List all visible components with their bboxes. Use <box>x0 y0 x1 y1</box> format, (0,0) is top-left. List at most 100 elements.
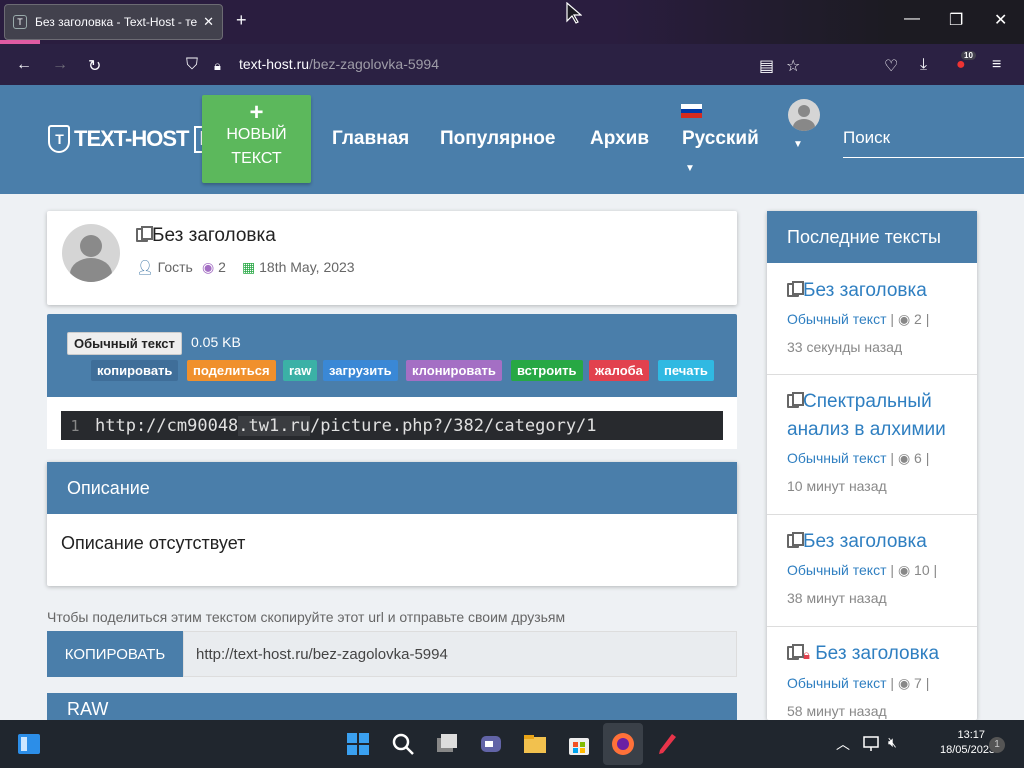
action-button-3[interactable]: загрузить <box>323 360 398 381</box>
type-badge: Обычный текст <box>67 332 182 355</box>
divider <box>767 514 977 515</box>
pocket-icon[interactable]: ♡ <box>884 56 898 76</box>
new-text-line2: ТЕКСТ <box>231 150 282 167</box>
url-bar[interactable]: text-host.ru/bez-zagolovka-5994 <box>239 56 439 72</box>
task-view-icon[interactable] <box>434 731 460 757</box>
firefox-icon[interactable] <box>610 731 636 757</box>
action-button-1[interactable]: поделиться <box>187 360 276 381</box>
shield-icon[interactable]: ⛉ <box>186 56 198 74</box>
code-block[interactable]: 1 http://cm90048 .tw1.ru/picture.php?/382… <box>61 411 723 440</box>
widgets-icon[interactable] <box>16 731 42 757</box>
file-explorer-icon[interactable] <box>522 731 548 757</box>
post-date: ▦ 18th May, 2023 <box>242 259 355 276</box>
recent-item: Без заголовка Обычный текст | ◉ 2 | 33 с… <box>767 277 977 361</box>
plus-icon: + <box>249 99 264 126</box>
code-text-b: .tw1.ru <box>238 415 310 436</box>
recent-title[interactable]: Без заголовка <box>803 531 927 552</box>
teams-chat-icon[interactable] <box>478 731 504 757</box>
minimize-icon[interactable]: — <box>904 10 920 28</box>
eye-icon: ◉ <box>897 311 911 327</box>
close-window-icon[interactable]: ✕ <box>994 10 1007 30</box>
extension-badge: 10 <box>961 51 976 60</box>
user-avatar[interactable] <box>788 99 820 131</box>
nav-popular[interactable]: Популярное <box>440 128 555 150</box>
action-button-6[interactable]: жалоба <box>589 360 649 381</box>
store-icon[interactable] <box>566 731 592 757</box>
code-text-c: /picture.php?/382/category/1 <box>309 415 597 436</box>
recent-item: Спектральный анализ в алхимии Обычный те… <box>767 388 977 500</box>
recent-title[interactable]: Спектральный анализ в алхимии <box>787 391 946 440</box>
document-icon <box>787 644 804 660</box>
recent-type[interactable]: Обычный текст <box>787 450 887 466</box>
user-caret-icon[interactable]: ▼ <box>793 139 803 150</box>
eye-icon: ◉ <box>202 259 215 275</box>
downloads-icon[interactable]: ⤓ <box>920 56 927 74</box>
code-text-a: http://cm90048 <box>95 415 239 436</box>
notification-badge[interactable]: 1 <box>989 737 1005 753</box>
copy-url-button[interactable]: КОПИРОВАТЬ <box>47 631 183 677</box>
recent-type[interactable]: Обычный текст <box>787 675 887 691</box>
action-button-0[interactable]: копировать <box>91 360 179 381</box>
recent-views: 6 <box>914 450 922 466</box>
new-text-button[interactable]: + НОВЫЙ ТЕКСТ <box>202 95 311 183</box>
clock-date: 18/05/2023 <box>940 744 996 756</box>
chevron-up-icon[interactable]: ︿ <box>836 734 850 754</box>
calendar-icon: ▦ <box>242 259 256 275</box>
sidebar-heading: Последние тексты <box>767 211 977 263</box>
post-title-text: Без заголовка <box>152 225 276 246</box>
action-button-5[interactable]: встроить <box>511 360 583 381</box>
share-hint: Чтобы поделиться этим текстом скопируйте… <box>47 609 566 625</box>
recent-views: 7 <box>914 675 922 691</box>
url-host: text-host.ru <box>239 56 310 72</box>
forward-icon[interactable]: → <box>52 56 68 74</box>
share-url-field[interactable]: http://text-host.ru/bez-zagolovka-5994 <box>183 631 737 677</box>
recent-type[interactable]: Обычный текст <box>787 562 887 578</box>
nav-home[interactable]: Главная <box>332 128 409 150</box>
tab-close-icon[interactable]: ✕ <box>203 14 214 30</box>
browser-tabbar: T Без заголовка - Text-Host - текст ✕ + … <box>0 0 1024 44</box>
volume-muted-icon[interactable]: 🔇︎ <box>888 734 897 751</box>
mouse-cursor-icon <box>566 2 582 24</box>
recent-type[interactable]: Обычный текст <box>787 311 887 327</box>
action-button-7[interactable]: печать <box>658 360 714 381</box>
post-views: ◉ 2 <box>202 259 226 276</box>
recent-title[interactable]: Без заголовка <box>815 643 939 664</box>
reader-view-icon[interactable]: ▤ <box>759 56 774 76</box>
document-icon <box>787 392 804 408</box>
recent-item: 🔒︎ Без заголовка Обычный текст | ◉ 7 | 5… <box>767 640 977 725</box>
start-icon[interactable] <box>345 731 371 757</box>
eye-icon: ◉ <box>897 562 911 578</box>
size-text: 0.05 KB <box>191 334 241 350</box>
menu-icon[interactable]: ≡ <box>992 56 1001 74</box>
new-tab-button[interactable]: + <box>236 10 247 31</box>
pen-app-icon[interactable] <box>654 731 680 757</box>
recent-item: Без заголовка Обычный текст | ◉ 10 | 38 … <box>767 528 977 612</box>
browser-navbar: ← → ↻ ⛉ 🔒︎ text-host.ru/bez-zagolovka-59… <box>0 44 1024 85</box>
browser-tab[interactable]: T Без заголовка - Text-Host - текст ✕ <box>4 4 223 40</box>
restore-icon[interactable]: ❐ <box>949 10 963 30</box>
language-caret-icon[interactable]: ▼ <box>685 163 695 174</box>
reload-icon[interactable]: ↻ <box>88 56 101 76</box>
divider <box>767 374 977 375</box>
bookmark-star-icon[interactable]: ☆ <box>786 56 800 76</box>
lock-icon: 🔒︎ <box>803 647 810 662</box>
search-icon[interactable] <box>390 731 416 757</box>
tab-title: Без заголовка - Text-Host - текст <box>35 15 198 29</box>
description-text: Описание отсутствует <box>61 533 246 553</box>
search-input[interactable]: Поиск <box>843 124 1024 158</box>
author-avatar <box>62 224 120 282</box>
nav-language[interactable]: Русский <box>682 128 759 150</box>
document-icon <box>136 226 153 242</box>
description-heading: Описание <box>47 462 737 514</box>
back-icon[interactable]: ← <box>16 56 32 74</box>
clock-time: 13:17 <box>957 729 985 741</box>
system-clock[interactable]: 13:17 18/05/2023 <box>940 728 996 758</box>
recent-title[interactable]: Без заголовка <box>803 280 927 301</box>
action-button-4[interactable]: клонировать <box>406 360 502 381</box>
lock-icon[interactable]: 🔒︎ <box>214 58 221 74</box>
network-icon[interactable] <box>862 736 880 752</box>
action-button-2[interactable]: raw <box>283 360 318 381</box>
nav-archive[interactable]: Архив <box>590 128 649 150</box>
recent-time: 38 минут назад <box>787 590 887 606</box>
new-text-line1: НОВЫЙ <box>226 126 287 143</box>
